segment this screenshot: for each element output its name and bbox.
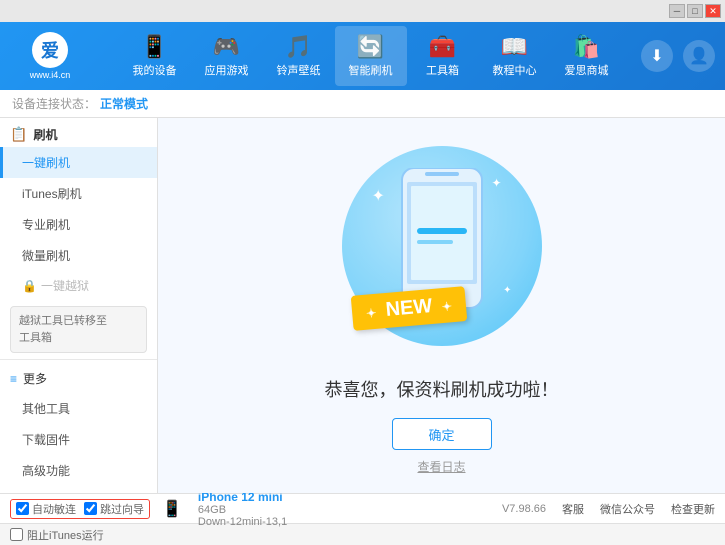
ringtone-icon: 🎵 — [285, 34, 312, 60]
sidebar: 📋 刷机 一键刷机 iTunes刷机 专业刷机 微量刷机 🔒 一键越狱 越狱工具… — [0, 118, 158, 493]
device-icon: 📱 — [162, 499, 182, 519]
bottom-right: V7.98.66 客服 微信公众号 检查更新 — [502, 501, 715, 517]
skip-wizard-input[interactable] — [84, 502, 97, 515]
minimize-btn[interactable]: ─ — [669, 4, 685, 18]
logo-icon: 爱 — [32, 32, 68, 68]
sparkle-tl: ✦ — [372, 186, 385, 206]
flash-section-label: 刷机 — [33, 126, 57, 143]
content-area: ✦ ✦ ✦ NEW 恭喜您，保资料刷机成功啦！ 确定 查看日志 — [158, 118, 725, 493]
device-section: 📱 iPhone 12 mini 64GB Down-12mini-13,1 — [162, 490, 287, 528]
my-device-label: 我的设备 — [133, 62, 177, 78]
nav-item-smart-flash[interactable]: 🔄 智能刷机 — [335, 26, 407, 86]
sidebar-item-download-firmware[interactable]: 下载固件 — [0, 424, 157, 455]
smart-flash-icon: 🔄 — [357, 34, 384, 60]
restore-btn[interactable]: □ — [687, 4, 703, 18]
smart-flash-label: 智能刷机 — [349, 62, 393, 78]
view-log-link[interactable]: 查看日志 — [417, 458, 465, 475]
close-btn[interactable]: ✕ — [705, 4, 721, 18]
sidebar-item-save-flash[interactable]: 微量刷机 — [0, 240, 157, 271]
app-game-icon: 🎮 — [213, 34, 240, 60]
logo: 爱 www.i4.cn — [10, 32, 90, 80]
ringtone-label: 铃声壁纸 — [277, 62, 321, 78]
sidebar-item-other-tools[interactable]: 其他工具 — [0, 393, 157, 424]
nav-item-tutorial[interactable]: 📖 教程中心 — [479, 26, 551, 86]
toolbox-icon: 🧰 — [429, 34, 456, 60]
sidebar-item-itunes-flash[interactable]: iTunes刷机 — [0, 178, 157, 209]
nav-item-ringtone[interactable]: 🎵 铃声壁纸 — [263, 26, 335, 86]
header: 爱 www.i4.cn 📱 我的设备 🎮 应用游戏 🎵 铃声壁纸 🔄 智能刷机 … — [0, 22, 725, 90]
sidebar-item-advanced[interactable]: 高级功能 — [0, 455, 157, 486]
tutorial-icon: 📖 — [501, 34, 528, 60]
store-label: 爱思商城 — [565, 62, 609, 78]
auto-connect-input[interactable] — [16, 502, 29, 515]
account-btn[interactable]: 👤 — [683, 40, 715, 72]
confirm-button[interactable]: 确定 — [392, 418, 492, 450]
nav-item-my-device[interactable]: 📱 我的设备 — [119, 26, 191, 86]
service-link[interactable]: 客服 — [562, 501, 584, 517]
my-device-icon: 📱 — [141, 34, 168, 60]
skip-wizard-checkbox[interactable]: 跳过向导 — [84, 501, 144, 517]
sidebar-info-box: 越狱工具已转移至工具箱 — [10, 306, 147, 353]
success-message: 恭喜您，保资料刷机成功啦！ — [325, 376, 559, 402]
sidebar-section-flash: 📋 刷机 — [0, 118, 157, 147]
sidebar-item-pro-flash[interactable]: 专业刷机 — [0, 209, 157, 240]
bottom-bar: 自动敏连 跳过向导 📱 iPhone 12 mini 64GB Down-12m… — [0, 493, 725, 523]
nav-bar: 📱 我的设备 🎮 应用游戏 🎵 铃声壁纸 🔄 智能刷机 🧰 工具箱 📖 教程中心… — [100, 26, 641, 86]
sidebar-item-one-key-flash[interactable]: 一键刷机 — [0, 147, 157, 178]
nav-item-toolbox[interactable]: 🧰 工具箱 — [407, 26, 479, 86]
check-update-link[interactable]: 检查更新 — [671, 501, 715, 517]
sidebar-locked-jailbreak: 🔒 一键越狱 — [0, 271, 157, 300]
flash-section-icon: 📋 — [10, 126, 27, 143]
more-icon: ≡ — [10, 372, 17, 386]
main-area: 📋 刷机 一键刷机 iTunes刷机 专业刷机 微量刷机 🔒 一键越狱 越狱工具… — [0, 118, 725, 493]
status-bar: 设备连接状态： 正常模式 — [0, 90, 725, 118]
toolbox-label: 工具箱 — [426, 62, 459, 78]
tutorial-label: 教程中心 — [493, 62, 537, 78]
app-game-label: 应用游戏 — [205, 62, 249, 78]
nav-item-store[interactable]: 🛍️ 爱思商城 — [551, 26, 623, 86]
device-info: iPhone 12 mini 64GB Down-12mini-13,1 — [198, 490, 287, 528]
wechat-link[interactable]: 微信公众号 — [600, 501, 655, 517]
success-illustration: ✦ ✦ ✦ NEW — [332, 136, 552, 356]
bottom-left: 自动敏连 跳过向导 📱 iPhone 12 mini 64GB Down-12m… — [10, 490, 492, 528]
sparkle-br: ✦ — [503, 285, 511, 296]
auto-connect-checkbox[interactable]: 自动敏连 — [16, 501, 76, 517]
title-bar: ─ □ ✕ — [0, 0, 725, 22]
sidebar-divider — [0, 359, 157, 360]
sidebar-section-more: ≡ 更多 — [0, 364, 157, 393]
header-right: ⬇ 👤 — [641, 40, 715, 72]
store-icon: 🛍️ — [573, 34, 600, 60]
nav-item-app-game[interactable]: 🎮 应用游戏 — [191, 26, 263, 86]
status-label: 设备连接状态： — [12, 95, 96, 112]
status-value: 正常模式 — [100, 95, 148, 112]
logo-text: www.i4.cn — [30, 70, 71, 80]
sparkle-tr: ✦ — [491, 176, 501, 190]
info-box-text: 越狱工具已转移至工具箱 — [19, 315, 107, 344]
checkbox-group: 自动敏连 跳过向导 — [10, 499, 150, 519]
stop-itunes-checkbox[interactable] — [10, 528, 23, 541]
download-btn[interactable]: ⬇ — [641, 40, 673, 72]
